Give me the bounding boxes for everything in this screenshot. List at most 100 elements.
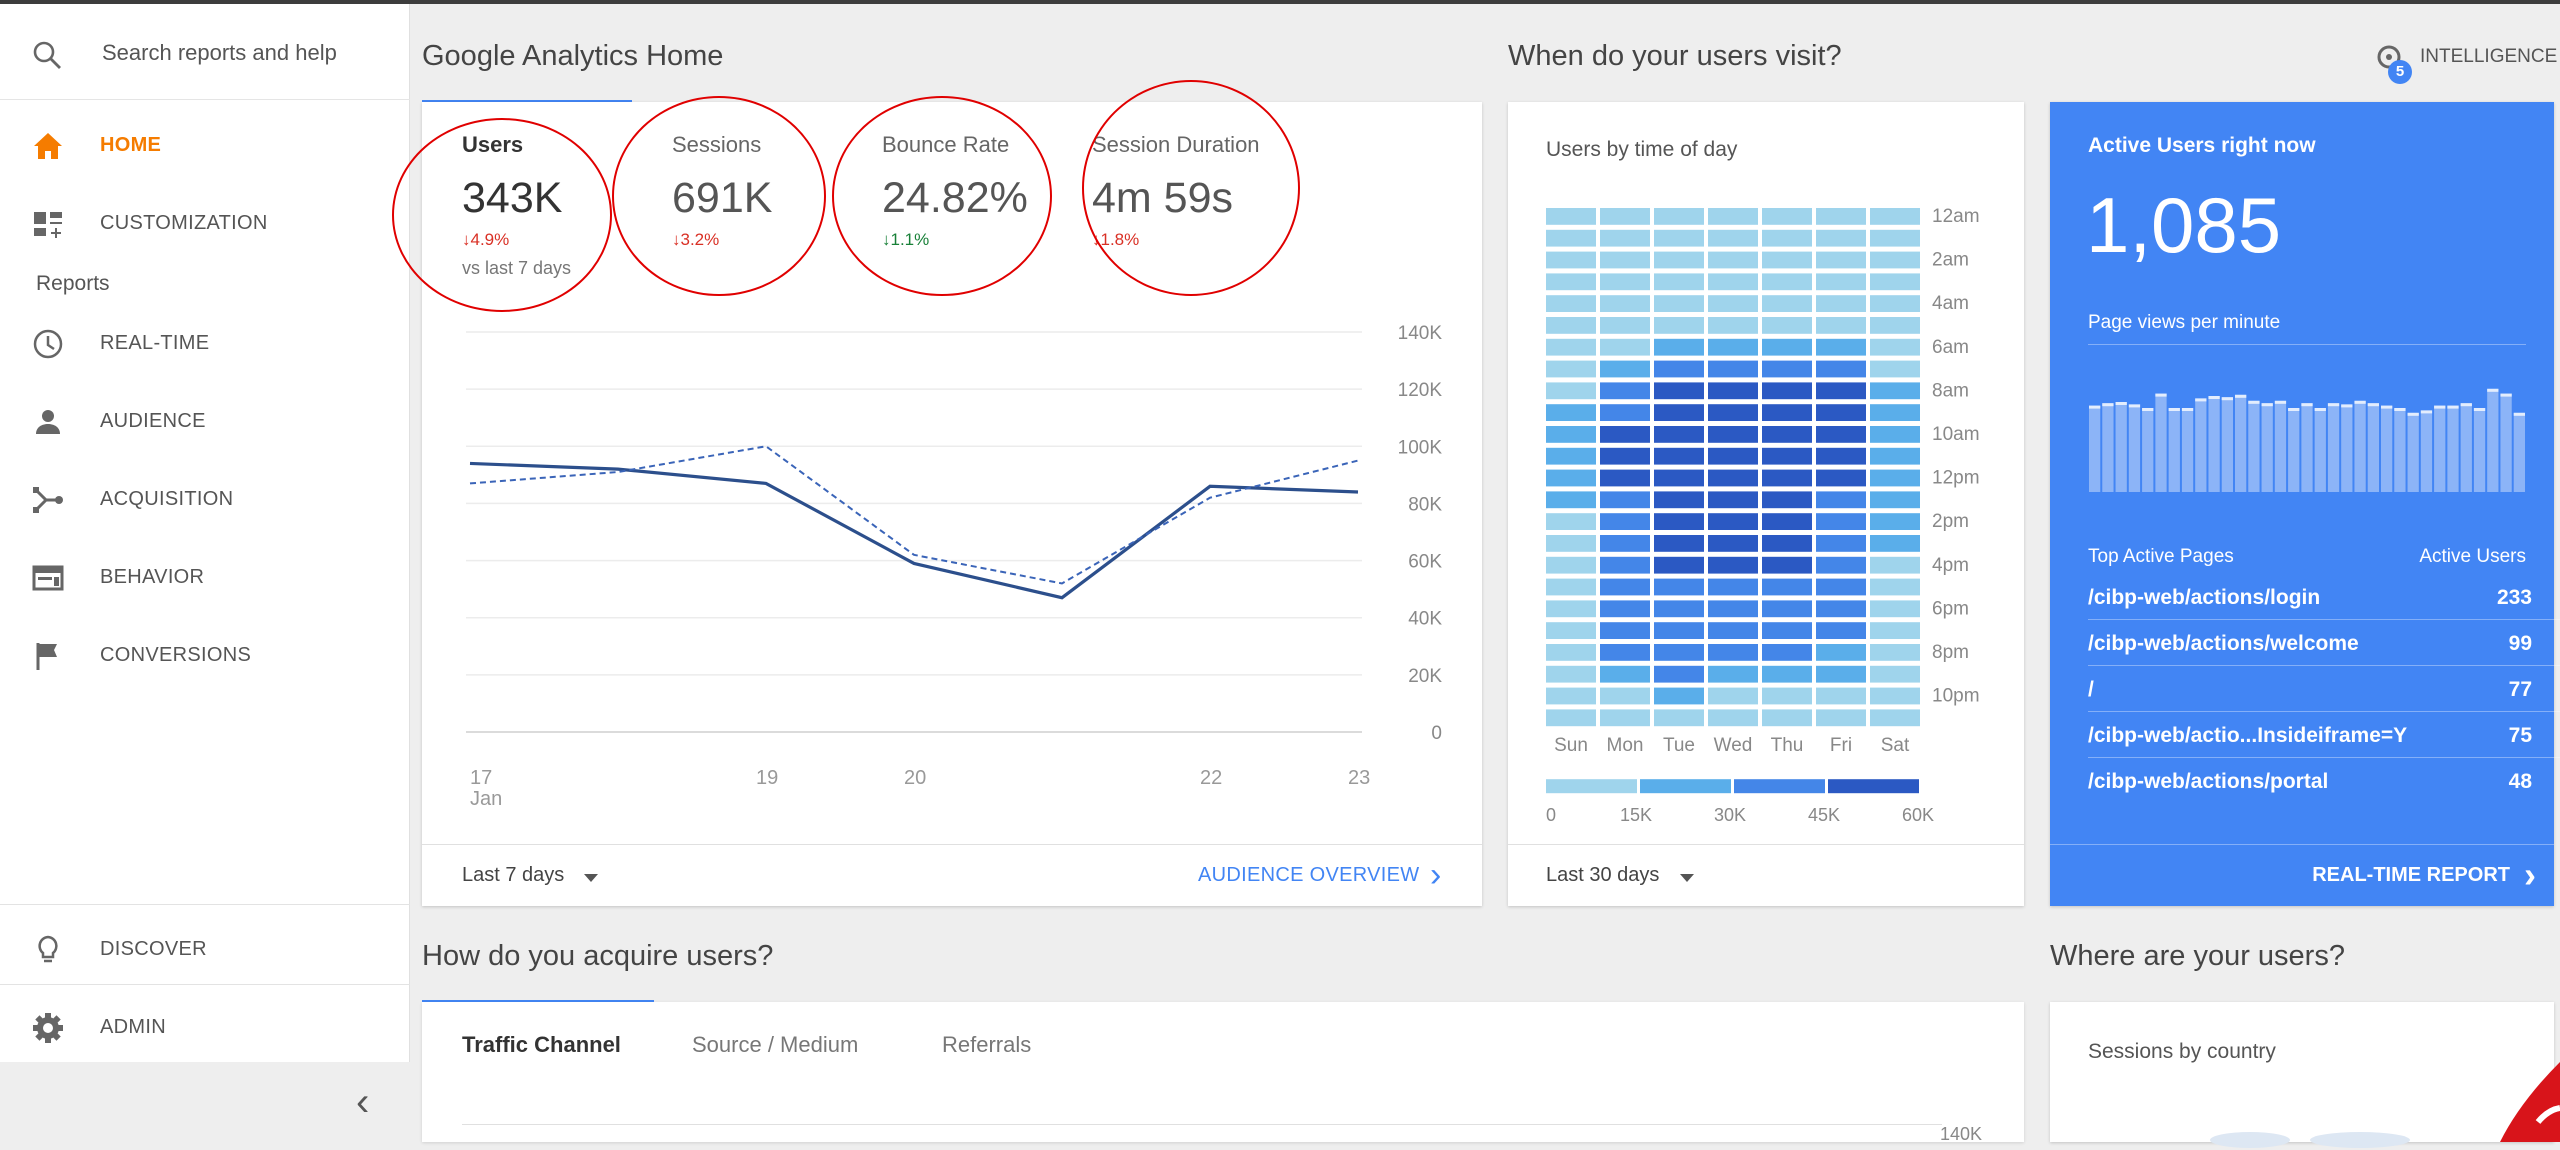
list-item[interactable]: /cibp-web/actions/portal 48: [2088, 758, 2560, 804]
heatmap-cell: [1600, 622, 1650, 639]
heatmap-cell: [1546, 208, 1596, 225]
heatmap-cell: [1870, 317, 1920, 334]
audience-overview-link[interactable]: AUDIENCE OVERVIEW ›: [1198, 856, 1458, 896]
heatmap-cell: [1546, 709, 1596, 727]
pageview-bar: [2473, 408, 2486, 492]
nav-conversions[interactable]: CONVERSIONS: [0, 620, 410, 690]
heatmap-cell: [1816, 295, 1866, 312]
heatmap-cell: [1600, 251, 1650, 269]
search-box[interactable]: Search reports and help: [0, 4, 410, 100]
heatmap-cell: [1546, 578, 1596, 596]
pageview-bar-cap: [2168, 408, 2180, 411]
pageview-bar-cap: [2155, 393, 2167, 397]
corner-logo-icon: [2500, 1062, 2560, 1142]
pageview-bar: [2128, 404, 2141, 492]
heatmap-date-range-dropdown[interactable]: Last 30 days: [1546, 864, 1716, 896]
list-item[interactable]: / 77: [2088, 666, 2560, 712]
heatmap-cell: [1654, 600, 1704, 618]
search-icon: [33, 41, 61, 69]
heatmap-cell: [1600, 447, 1650, 465]
pageview-bar: [2195, 398, 2207, 492]
pageview-bar: [2367, 403, 2379, 492]
heatmap-cell: [1600, 382, 1650, 400]
realtime-report-link[interactable]: REAL-TIME REPORT ›: [2300, 854, 2540, 895]
nav-behavior[interactable]: BEHAVIOR: [0, 542, 410, 612]
day-label: Sat: [1881, 735, 1910, 756]
pageview-bar-cap: [2181, 408, 2194, 411]
heatmap-title: Users by time of day: [1546, 138, 1738, 161]
date-range-dropdown[interactable]: Last 7 days: [462, 864, 622, 896]
collapse-sidebar-button[interactable]: ‹: [0, 1062, 410, 1146]
pageview-bar: [2274, 400, 2287, 492]
heatmap-cell: [1762, 469, 1812, 487]
nav-customization[interactable]: CUSTOMIZATION: [0, 188, 410, 258]
heatmap-cell: [1546, 535, 1596, 552]
heatmap-cell: [1816, 644, 1866, 661]
heatmap-cell: [1870, 360, 1920, 378]
time-of-day-card: Users by time of day 12am 2am 4am 6am 8am 10a…: [1508, 102, 2024, 906]
list-item[interactable]: /cibp-web/actio...Insideiframe=Y 75: [2088, 712, 2560, 758]
pageview-bar-cap: [2235, 394, 2247, 398]
heatmap-cell: [1870, 513, 1920, 530]
heatmap-cell: [1870, 447, 1920, 465]
nav-acquisition[interactable]: ACQUISITION: [0, 464, 410, 534]
list-item[interactable]: /cibp-web/actions/welcome 99: [2088, 620, 2560, 666]
nav-label: ACQUISITION: [100, 488, 234, 510]
heatmap-cell: [1816, 578, 1866, 596]
heatmap-cell: [1654, 251, 1704, 269]
heatmap-cell: [1546, 295, 1596, 312]
date-range-label: Last 7 days: [462, 864, 565, 886]
pageview-bar-cap: [2221, 397, 2233, 401]
heatmap-cell: [1546, 447, 1596, 465]
pageview-bar: [2261, 403, 2273, 492]
realtime-card: Active Users right now 1,085 Page views …: [2050, 102, 2560, 906]
heatmap-cell: [1816, 382, 1866, 400]
gridline: [462, 1124, 1942, 1125]
intelligence-button[interactable]: 5 INTELLIGENCE: [2374, 42, 2558, 86]
pageview-bar: [2407, 412, 2419, 492]
clock-icon: [33, 329, 63, 359]
list-item[interactable]: /cibp-web/actions/login 233: [2088, 574, 2560, 620]
pageview-bar-cap: [2513, 412, 2525, 416]
heatmap-cell: [1816, 535, 1866, 552]
nav-admin[interactable]: ADMIN: [0, 992, 410, 1062]
nav-label: BEHAVIOR: [100, 566, 205, 588]
annotation-circle-users: [392, 118, 612, 312]
legend-tick: 60K: [1902, 805, 1934, 825]
world-map-icon: [2210, 1132, 2410, 1148]
nav-audience[interactable]: AUDIENCE: [0, 386, 410, 456]
tab-source-medium[interactable]: Source / Medium: [692, 1032, 858, 1058]
pageview-bar-cap: [2500, 393, 2512, 397]
heatmap-cell: [1762, 513, 1812, 530]
heatmap-cell: [1546, 600, 1596, 618]
realtime-report-label: REAL-TIME REPORT: [2312, 864, 2510, 886]
heatmap-cell: [1762, 556, 1812, 574]
pageview-bar-cap: [2089, 405, 2101, 409]
heatmap-cell: [1816, 687, 1866, 705]
pageview-bar-cap: [2208, 396, 2220, 399]
heatmap-cell: [1762, 317, 1812, 334]
heatmap-cell: [1600, 556, 1650, 574]
heatmap-cell: [1816, 513, 1866, 530]
heatmap-cell: [1546, 338, 1596, 356]
legend-swatch: [1640, 779, 1731, 794]
heatmap-cell: [1654, 208, 1704, 225]
pageview-bar: [2327, 403, 2340, 492]
nav-realtime[interactable]: REAL-TIME: [0, 308, 410, 378]
heatmap-cell: [1870, 644, 1920, 661]
hour-label: 10am: [1932, 424, 1980, 445]
heatmap-cell: [1546, 622, 1596, 639]
heatmap-cell: [1816, 665, 1866, 683]
heatmap-cell: [1816, 469, 1866, 487]
x-tick-label: 17: [470, 767, 492, 789]
legend-tick: 0: [1546, 805, 1556, 825]
tab-traffic-channel[interactable]: Traffic Channel: [462, 1032, 621, 1058]
nav-discover[interactable]: DISCOVER: [0, 914, 410, 984]
tab-referrals[interactable]: Referrals: [942, 1032, 1031, 1058]
heatmap-cell: [1708, 513, 1758, 530]
intelligence-label: INTELLIGENCE: [2420, 46, 2558, 67]
heatmap-cell: [1870, 665, 1920, 683]
pageview-bar: [2248, 400, 2260, 492]
nav-home[interactable]: HOME: [0, 110, 410, 180]
heatmap-cell: [1708, 295, 1758, 312]
